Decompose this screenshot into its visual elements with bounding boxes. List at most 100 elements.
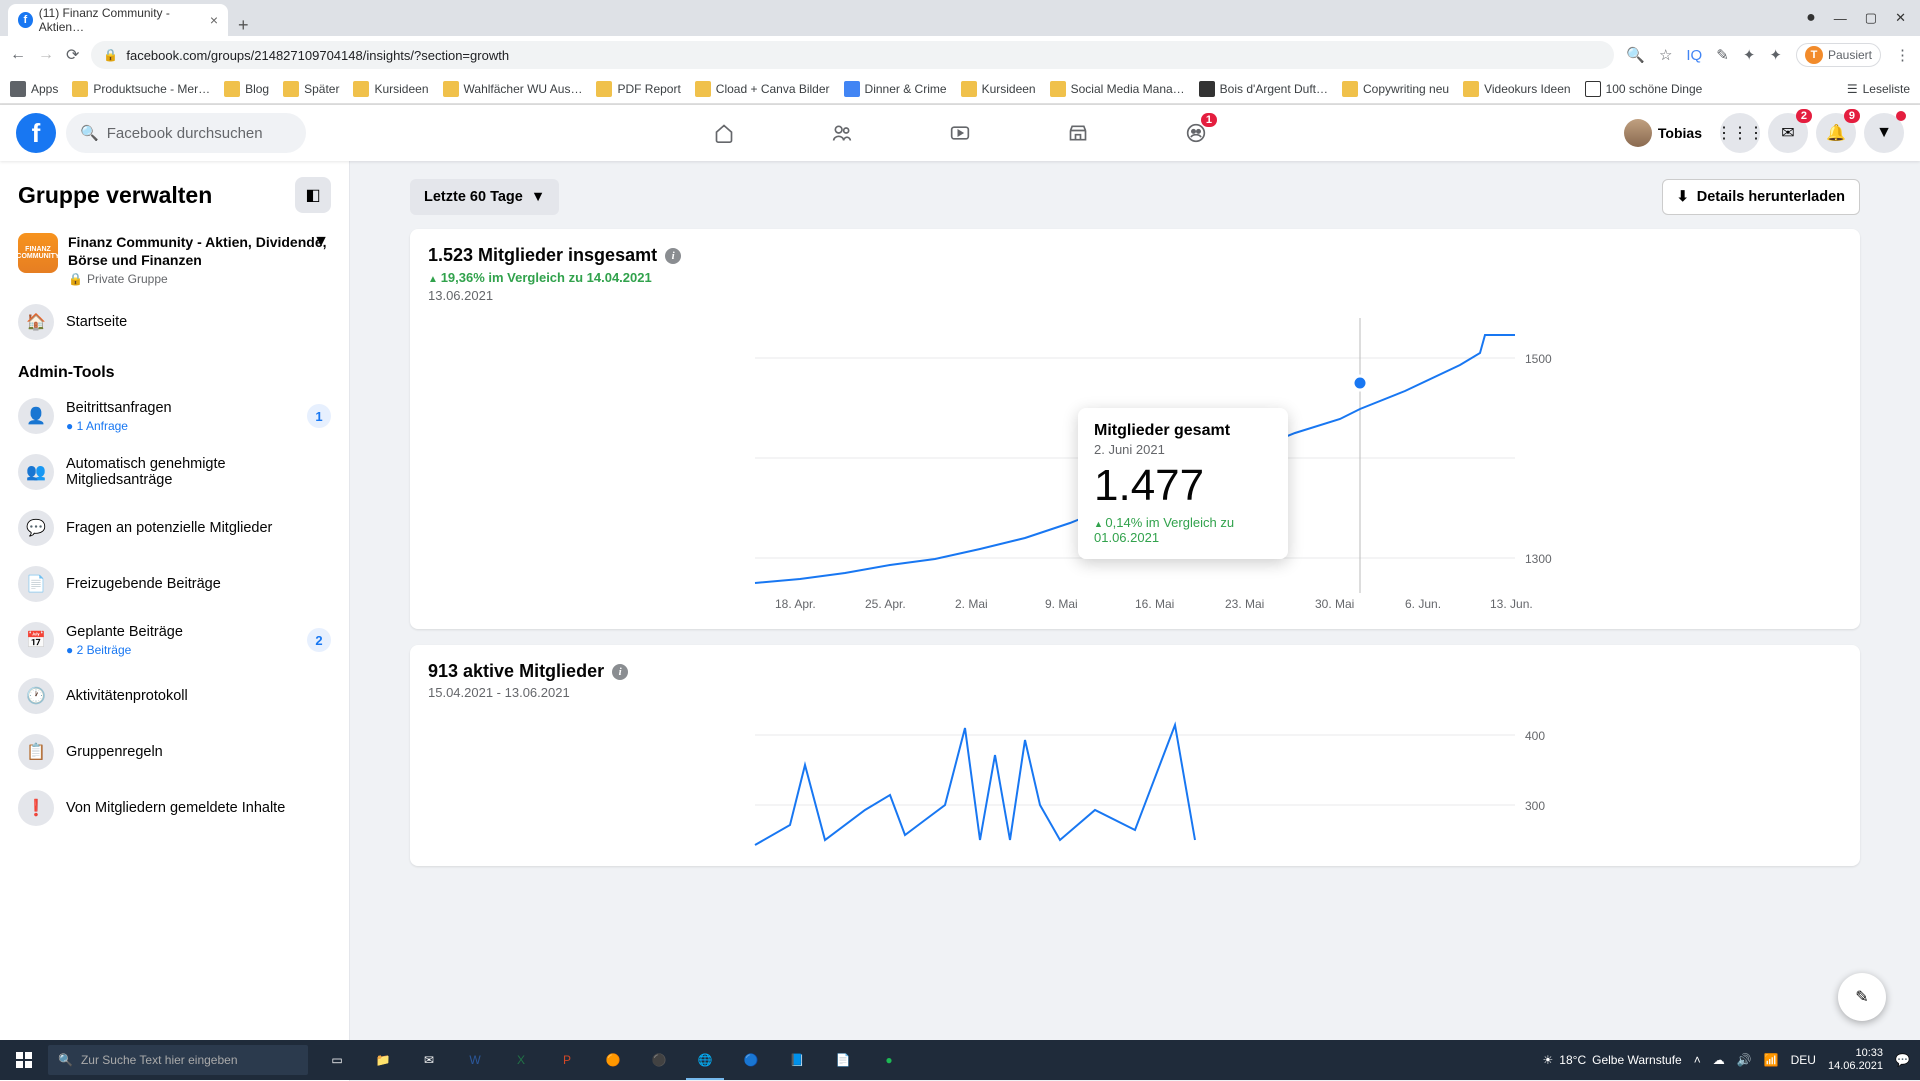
svg-text:2. Mai: 2. Mai xyxy=(955,597,988,611)
maximize-icon[interactable]: ▢ xyxy=(1865,10,1877,26)
mail-icon[interactable]: ✉ xyxy=(406,1040,452,1080)
bookmark-item[interactable]: 100 schöne Dinge xyxy=(1585,81,1703,97)
apps-button[interactable]: Apps xyxy=(10,81,58,97)
edge-icon[interactable]: 🔵 xyxy=(728,1040,774,1080)
task-view-button[interactable]: ▭ xyxy=(314,1040,360,1080)
extensions-menu-icon[interactable]: ✦ xyxy=(1769,46,1782,64)
bookmarks-bar: Apps Produktsuche - Mer… Blog Später Kur… xyxy=(0,74,1920,104)
sidebar-item-home[interactable]: 🏠 Startseite xyxy=(10,294,339,350)
extension-icon[interactable]: IQ xyxy=(1686,47,1702,64)
back-icon[interactable]: ← xyxy=(10,46,26,64)
messenger-button[interactable]: ✉ 2 xyxy=(1768,113,1808,153)
extension-icon[interactable]: ✦ xyxy=(1743,46,1756,64)
zoom-icon[interactable]: 🔍 xyxy=(1626,46,1645,64)
profile-button[interactable]: Tobias xyxy=(1620,115,1712,151)
tray-chevron-icon[interactable]: ˄ xyxy=(1694,1053,1701,1067)
group-selector[interactable]: FINANZCOMMUNITY Finanz Community - Aktie… xyxy=(10,225,339,294)
search-placeholder: Facebook durchsuchen xyxy=(107,125,263,142)
app-icon[interactable]: 🟠 xyxy=(590,1040,636,1080)
reading-list-button[interactable]: ☰Leseliste xyxy=(1847,82,1910,96)
new-tab-button[interactable]: + xyxy=(228,15,259,36)
sidebar-item-rules[interactable]: 📋 Gruppenregeln xyxy=(10,724,339,780)
question-icon: 💬 xyxy=(18,510,54,546)
sidebar: Gruppe verwalten ◧ FINANZCOMMUNITY Finan… xyxy=(0,161,350,1081)
spotify-icon[interactable]: ● xyxy=(866,1040,912,1080)
sidebar-item-scheduled[interactable]: 📅 Geplante Beiträge 2 Beiträge 2 xyxy=(10,612,339,668)
language-indicator[interactable]: DEU xyxy=(1791,1053,1816,1067)
obs-icon[interactable]: ⚫ xyxy=(636,1040,682,1080)
search-input[interactable]: 🔍 Facebook durchsuchen xyxy=(66,113,306,153)
start-button[interactable] xyxy=(0,1040,48,1080)
active-members-chart[interactable]: 400 300 xyxy=(428,710,1842,850)
sidebar-item-reported[interactable]: ❗ Von Mitgliedern gemeldete Inhalte xyxy=(10,780,339,836)
explorer-icon[interactable]: 📁 xyxy=(360,1040,406,1080)
sidebar-item-activity[interactable]: 🕐 Aktivitätenprotokoll xyxy=(10,668,339,724)
sidebar-section-admin: Admin-Tools xyxy=(10,350,339,388)
nav-groups[interactable]: 1 xyxy=(1141,107,1251,159)
bookmark-item[interactable]: Copywriting neu xyxy=(1342,81,1449,97)
excel-icon[interactable]: X xyxy=(498,1040,544,1080)
sidebar-item-auto-approve[interactable]: 👥 Automatisch genehmigte Mitgliedsanträg… xyxy=(10,444,339,500)
info-icon[interactable]: i xyxy=(665,248,681,264)
minimize-icon[interactable]: — xyxy=(1834,11,1847,26)
svg-text:23. Mai: 23. Mai xyxy=(1225,597,1264,611)
menu-icon[interactable]: ⋮ xyxy=(1895,46,1910,64)
url-input[interactable]: 🔒 facebook.com/groups/214827109704148/in… xyxy=(91,41,1614,69)
nav-home[interactable] xyxy=(669,107,779,159)
nav-marketplace[interactable] xyxy=(1023,107,1133,159)
extension-icon[interactable]: ✎ xyxy=(1716,46,1729,64)
bookmark-item[interactable]: Produktsuche - Mer… xyxy=(72,81,210,97)
sidebar-item-questions[interactable]: 💬 Fragen an potenzielle Mitglieder xyxy=(10,500,339,556)
bookmark-item[interactable]: Social Media Mana… xyxy=(1050,81,1185,97)
close-window-icon[interactable]: ✕ xyxy=(1895,10,1906,26)
bookmark-item[interactable]: PDF Report xyxy=(596,81,680,97)
bookmark-item[interactable]: Wahlfächer WU Aus… xyxy=(443,81,583,97)
bookmark-item[interactable]: Cload + Canva Bilder xyxy=(695,81,830,97)
bookmark-item[interactable]: Kursideen xyxy=(353,81,428,97)
app-icon[interactable]: 📄 xyxy=(820,1040,866,1080)
profile-avatar-icon: T xyxy=(1805,46,1823,64)
nav-friends[interactable] xyxy=(787,107,897,159)
reload-icon[interactable]: ⟳ xyxy=(66,45,79,65)
taskbar-search[interactable]: 🔍 Zur Suche Text hier eingeben xyxy=(48,1045,308,1075)
star-icon[interactable]: ☆ xyxy=(1659,46,1672,64)
members-chart[interactable]: 1500 1300 18. Apr. 25. Apr. 2. Mai 9. Ma… xyxy=(428,313,1842,613)
wifi-icon[interactable]: 📶 xyxy=(1764,1053,1779,1067)
info-icon[interactable]: i xyxy=(612,664,628,680)
close-icon[interactable]: × xyxy=(210,12,218,28)
growth-text: 19,36% im Vergleich zu 14.04.2021 xyxy=(428,270,1842,285)
notifications-button[interactable]: 🔔 9 xyxy=(1816,113,1856,153)
bookmark-item[interactable]: Dinner & Crime xyxy=(844,81,947,97)
profile-paused-badge[interactable]: T Pausiert xyxy=(1796,43,1881,67)
menu-button[interactable]: ⋮⋮⋮ xyxy=(1720,113,1760,153)
browser-tab[interactable]: f (11) Finanz Community - Aktien… × xyxy=(8,4,228,36)
notifications-icon[interactable]: 💬 xyxy=(1895,1053,1910,1067)
url-text: facebook.com/groups/214827109704148/insi… xyxy=(126,48,509,63)
compose-fab[interactable]: ✎ xyxy=(1838,973,1886,1021)
nav-watch[interactable] xyxy=(905,107,1015,159)
sidebar-item-requests[interactable]: 👤 Beitrittsanfragen 1 Anfrage 1 xyxy=(10,388,339,444)
bookmark-item[interactable]: Blog xyxy=(224,81,269,97)
windows-icon xyxy=(16,1052,32,1068)
account-button[interactable]: ▼ xyxy=(1864,113,1904,153)
powerpoint-icon[interactable]: P xyxy=(544,1040,590,1080)
bell-icon: 🔔 xyxy=(1826,123,1846,143)
svg-text:400: 400 xyxy=(1525,729,1545,743)
bookmark-item[interactable]: Später xyxy=(283,81,339,97)
bookmark-item[interactable]: Kursideen xyxy=(961,81,1036,97)
bookmark-item[interactable]: Bois d'Argent Duft… xyxy=(1199,81,1328,97)
weather-widget[interactable]: ☀ 18°C Gelbe Warnstufe xyxy=(1543,1053,1682,1067)
cloud-icon[interactable]: ☁ xyxy=(1713,1053,1725,1067)
app-icon[interactable]: 📘 xyxy=(774,1040,820,1080)
download-details-button[interactable]: ⬇ Details herunterladen xyxy=(1662,179,1860,215)
bookmark-item[interactable]: Videokurs Ideen xyxy=(1463,81,1571,97)
facebook-logo[interactable]: f xyxy=(16,113,56,153)
sidebar-item-pending-posts[interactable]: 📄 Freizugebende Beiträge xyxy=(10,556,339,612)
volume-icon[interactable]: 🔊 xyxy=(1737,1053,1752,1067)
record-icon[interactable]: ● xyxy=(1806,9,1816,27)
word-icon[interactable]: W xyxy=(452,1040,498,1080)
clock[interactable]: 10:33 14.06.2021 xyxy=(1828,1047,1883,1073)
sidebar-settings-button[interactable]: ◧ xyxy=(295,177,331,213)
date-range-dropdown[interactable]: Letzte 60 Tage ▼ xyxy=(410,179,559,215)
chrome-icon[interactable]: 🌐 xyxy=(682,1040,728,1080)
